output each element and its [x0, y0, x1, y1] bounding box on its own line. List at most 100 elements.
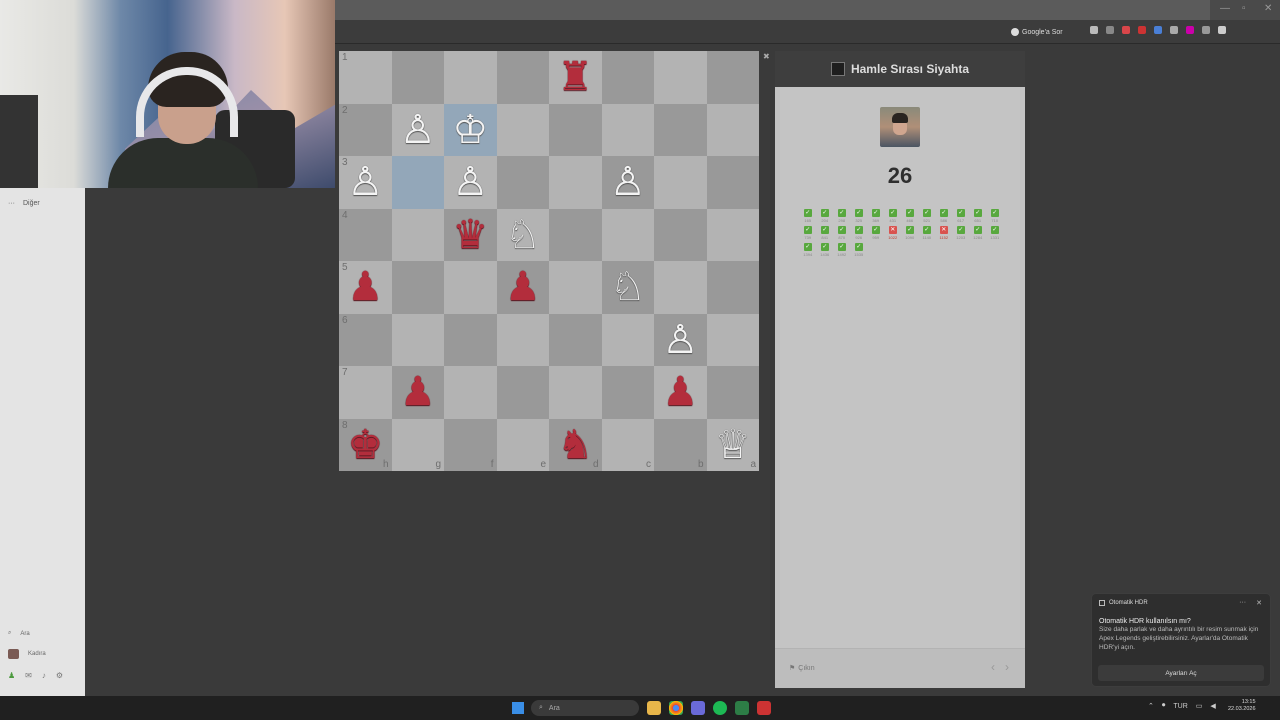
board-square[interactable]: ♟ — [496, 261, 549, 314]
move-badge[interactable]: ✕ 1152 — [939, 226, 949, 240]
move-badge[interactable]: ✓ 1492 — [837, 243, 847, 257]
move-badge[interactable]: ✓ 369 — [871, 209, 881, 223]
move-badge[interactable]: ✓ 1090 — [905, 226, 915, 240]
board-square[interactable] — [654, 156, 707, 209]
board-square[interactable]: 7 — [339, 366, 392, 419]
board-square[interactable]: ♟ — [654, 366, 707, 419]
board-square[interactable] — [654, 261, 707, 314]
minimize-button[interactable]: — — [1220, 3, 1230, 14]
notification-close-button[interactable]: ✕ — [1256, 599, 1262, 607]
move-badge[interactable]: ✓ 959 — [871, 226, 881, 240]
move-badge[interactable]: ✓ 617 — [956, 209, 966, 223]
pawn-icon[interactable]: ♟ — [8, 671, 15, 680]
board-square[interactable] — [391, 208, 444, 261]
microphone-icon[interactable]: ⏺ — [1162, 702, 1166, 710]
notification-more-button[interactable]: ··· — [1239, 599, 1246, 607]
move-badge[interactable]: ✓ 710 — [990, 209, 1000, 223]
chess-piece[interactable]: ♚ — [347, 425, 383, 465]
extension-icon[interactable] — [1122, 26, 1130, 34]
chess-piece[interactable]: ♙ — [610, 162, 646, 202]
board-square[interactable] — [444, 261, 497, 314]
move-badge[interactable]: ✓ 325 — [854, 209, 864, 223]
board-square[interactable]: a ♕ — [706, 418, 759, 471]
board-square[interactable] — [391, 51, 444, 104]
maximize-button[interactable]: ▫ — [1242, 3, 1246, 14]
board-square[interactable] — [706, 313, 759, 366]
app-icon[interactable] — [691, 701, 705, 715]
board-square[interactable] — [601, 366, 654, 419]
move-badge[interactable]: ✓ 1535 — [854, 243, 864, 257]
chess-piece[interactable]: ♙ — [452, 162, 488, 202]
board-square[interactable]: 2 — [339, 103, 392, 156]
close-window-button[interactable]: ✕ — [1264, 3, 1272, 14]
chess-piece[interactable]: ♜ — [557, 57, 593, 97]
chess-piece[interactable]: ♟ — [347, 267, 383, 307]
board-square[interactable]: 6 — [339, 313, 392, 366]
chess-piece[interactable]: ♕ — [715, 425, 751, 465]
extension-icon[interactable] — [1138, 26, 1146, 34]
tab-strip[interactable] — [335, 0, 1210, 20]
board-square[interactable]: ♙ — [391, 103, 444, 156]
extension-icon[interactable] — [1106, 26, 1114, 34]
open-settings-button[interactable]: Ayarları Aç — [1098, 665, 1264, 681]
board-square[interactable] — [444, 51, 497, 104]
board-square[interactable]: d ♞ — [549, 418, 602, 471]
board-square[interactable]: ♘ — [601, 261, 654, 314]
board-square[interactable] — [706, 261, 759, 314]
gear-icon[interactable]: ⚙ — [56, 671, 63, 680]
windows-start-icon[interactable] — [512, 702, 524, 714]
board-square[interactable] — [549, 208, 602, 261]
board-square[interactable] — [706, 156, 759, 209]
board-square[interactable]: ♟ — [391, 366, 444, 419]
board-square[interactable]: ♛ — [444, 208, 497, 261]
language-indicator[interactable]: TUR — [1173, 703, 1187, 710]
chess-piece[interactable]: ♟ — [662, 372, 698, 412]
app-icon[interactable] — [735, 701, 749, 715]
taskbar-search[interactable]: ⌕ Ara — [531, 700, 639, 716]
move-badge[interactable]: ✓ 739 — [803, 226, 813, 240]
board-square[interactable]: f — [444, 418, 497, 471]
board-square[interactable] — [654, 208, 707, 261]
chess-piece[interactable]: ♙ — [662, 320, 698, 360]
board-square[interactable] — [654, 51, 707, 104]
board-square[interactable]: g — [391, 418, 444, 471]
chevron-up-icon[interactable]: ⌃ — [1148, 702, 1154, 710]
extension-icon[interactable] — [1154, 26, 1162, 34]
board-square[interactable] — [496, 313, 549, 366]
move-badge[interactable]: ✓ 466 — [905, 209, 915, 223]
volume-icon[interactable]: ◀ — [1210, 702, 1215, 710]
board-square[interactable] — [601, 103, 654, 156]
move-badge[interactable]: ✓ 298 — [837, 209, 847, 223]
board-square[interactable] — [706, 103, 759, 156]
chess-piece[interactable]: ♙ — [347, 162, 383, 202]
move-badge[interactable]: ✕ 1022 — [888, 226, 898, 240]
sidebar-search[interactable]: ⌕ Ara — [8, 630, 30, 637]
board-square[interactable] — [601, 313, 654, 366]
move-badge[interactable]: ✓ 204 — [820, 209, 830, 223]
board-square[interactable] — [654, 103, 707, 156]
move-badge[interactable]: ✓ 586 — [939, 209, 949, 223]
board-square[interactable]: b — [654, 418, 707, 471]
board-square[interactable] — [391, 156, 444, 209]
board-square[interactable] — [706, 366, 759, 419]
board-square[interactable] — [391, 261, 444, 314]
sidebar-menu[interactable]: ··· Diğer — [8, 200, 40, 207]
board-square[interactable] — [444, 366, 497, 419]
board-square[interactable] — [549, 156, 602, 209]
move-badge[interactable]: ✓ 841 — [820, 226, 830, 240]
board-square[interactable]: ♙ — [654, 313, 707, 366]
board-square[interactable]: c — [601, 418, 654, 471]
next-move-button[interactable]: › — [1005, 660, 1009, 674]
board-square[interactable]: ♜ — [549, 51, 602, 104]
board-square[interactable] — [444, 313, 497, 366]
network-icon[interactable]: ▭ — [1196, 702, 1203, 710]
chess-piece[interactable]: ♙ — [400, 110, 436, 150]
chess-piece[interactable]: ♞ — [557, 425, 593, 465]
google-lens-button[interactable]: Google'a Sor — [1007, 25, 1067, 39]
board-square[interactable] — [706, 51, 759, 104]
clock[interactable]: 13:15 22.03.2026 — [1228, 699, 1256, 713]
chrome-icon[interactable] — [669, 701, 683, 715]
chess-piece[interactable]: ♔ — [452, 110, 488, 150]
board-square[interactable] — [601, 208, 654, 261]
board-square[interactable]: 3 ♙ — [339, 156, 392, 209]
